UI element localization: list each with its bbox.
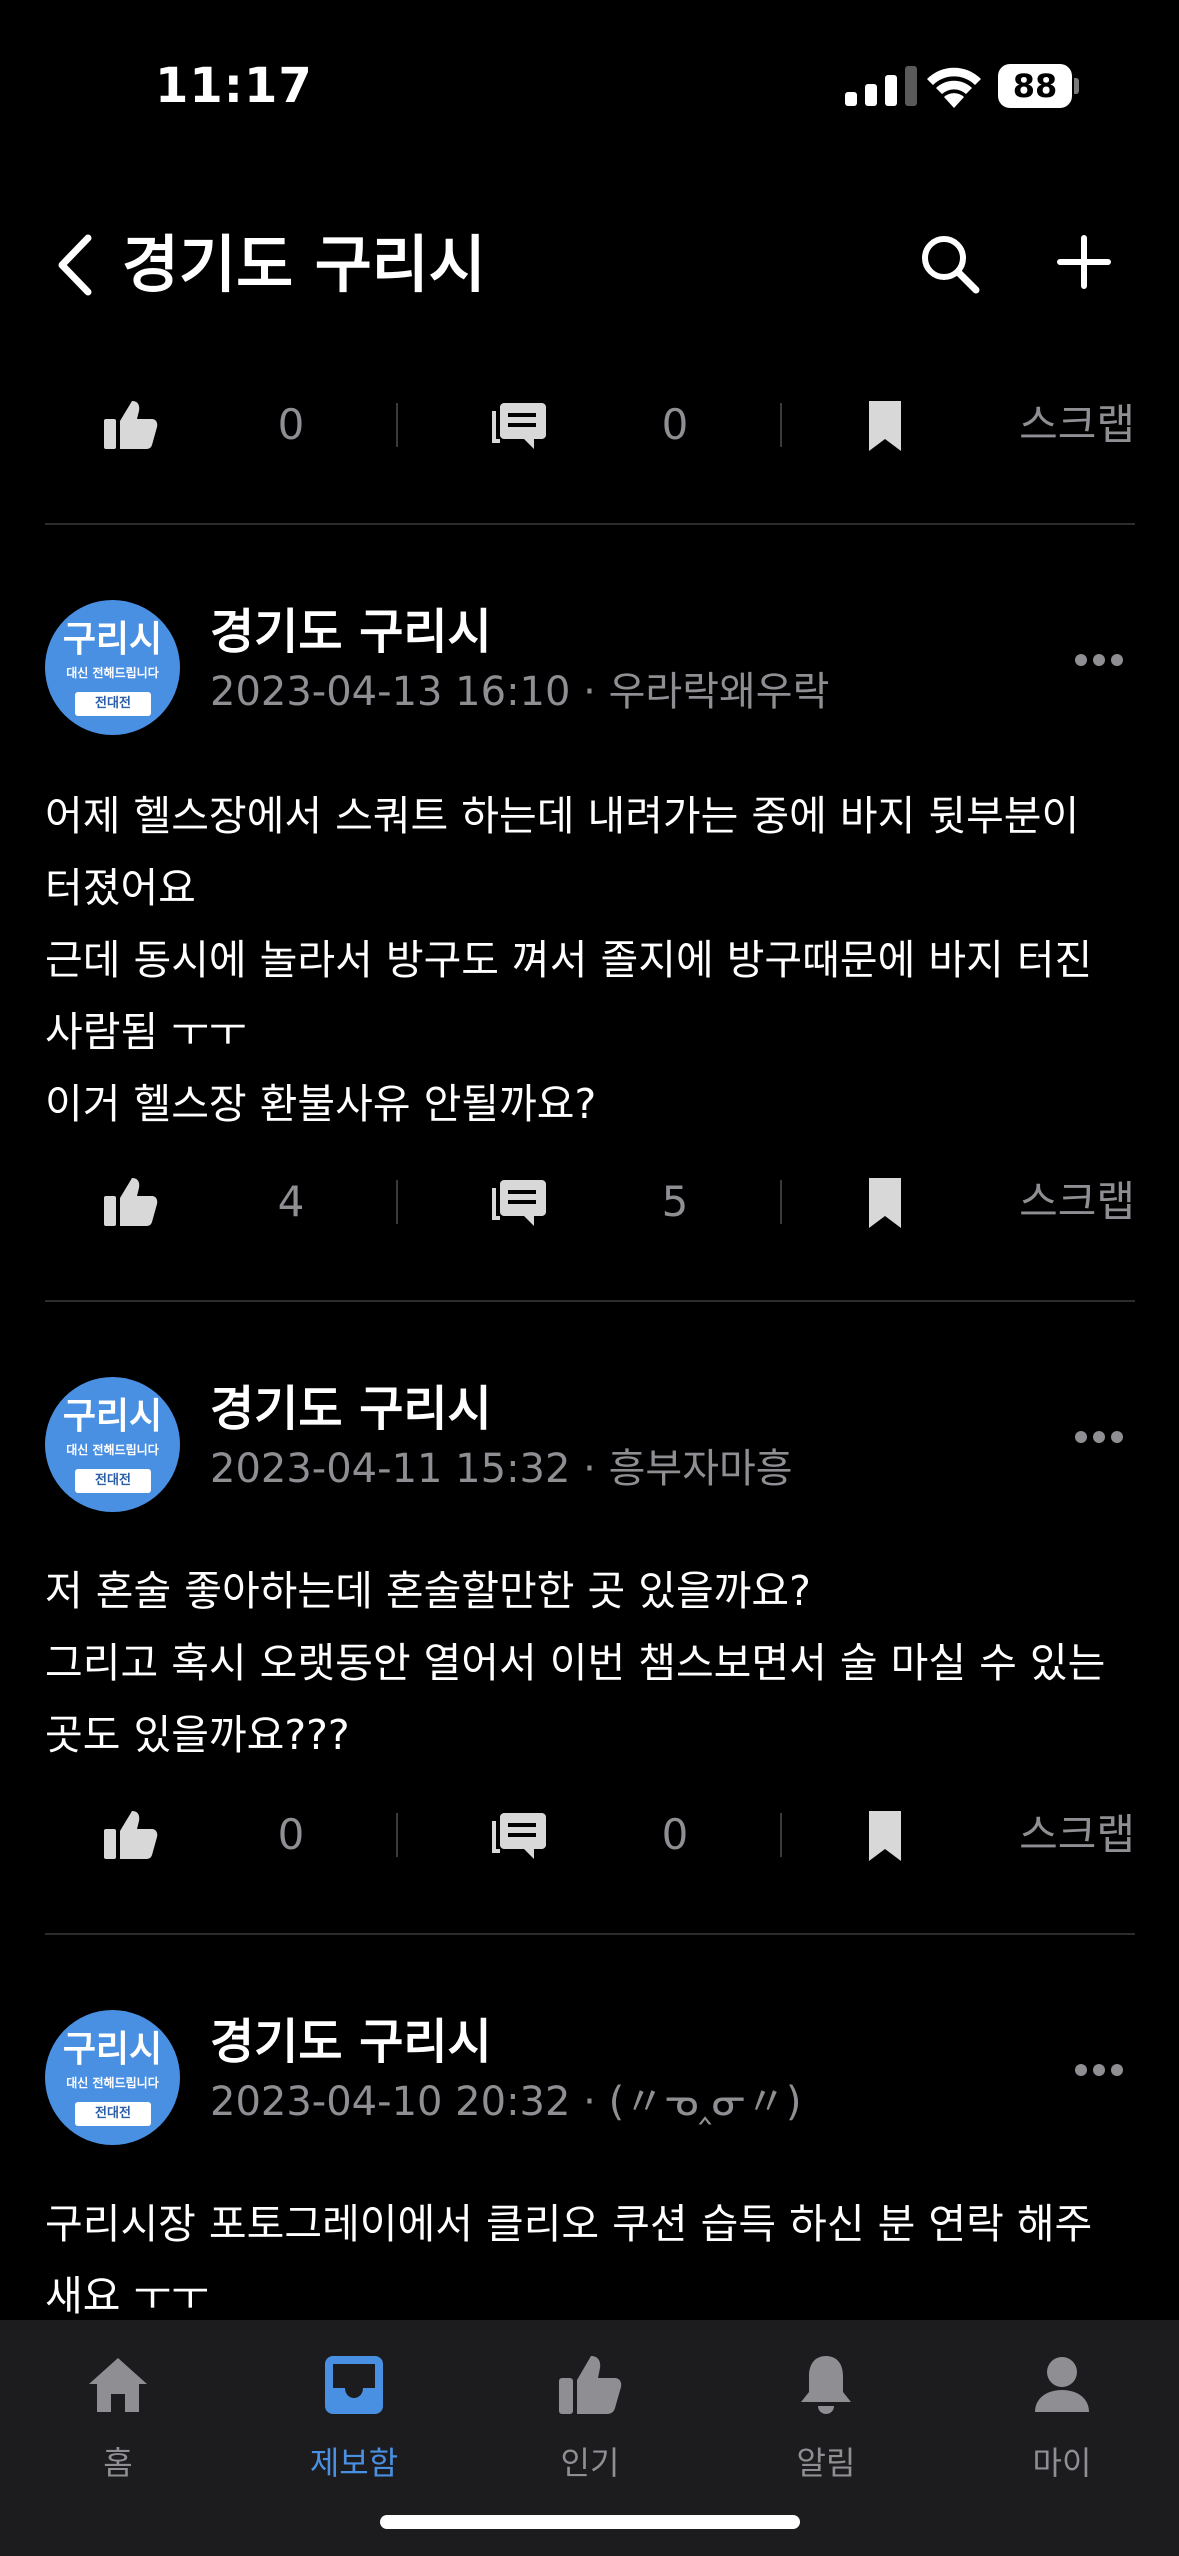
- comment-icon: [492, 403, 546, 449]
- battery-level: 88: [998, 64, 1072, 108]
- tab-inbox[interactable]: 제보함: [236, 2350, 472, 2490]
- comment-button[interactable]: [490, 390, 550, 460]
- like-count: 0: [277, 400, 305, 449]
- wifi-icon: [927, 67, 981, 108]
- like-button[interactable]: [100, 1167, 160, 1237]
- tab-notifications[interactable]: 알림: [708, 2350, 944, 2490]
- bookmark-button[interactable]: [855, 1167, 915, 1237]
- comment-button[interactable]: [490, 1800, 550, 1870]
- nav-header: 경기도 구리시: [0, 200, 1179, 330]
- status-time: 11:17: [155, 58, 313, 114]
- bookmark-icon: [869, 1178, 901, 1228]
- post-body[interactable]: 어제 헬스장에서 스쿼트 하는데 내려가는 중에 바지 뒷부분이 터졌어요 근데…: [45, 780, 1145, 1140]
- tab-label: 인기: [560, 2444, 620, 2482]
- more-options-icon[interactable]: [1073, 650, 1125, 670]
- divider: [45, 523, 1135, 525]
- tab-home[interactable]: 홈: [0, 2350, 236, 2490]
- post-header: 구리시 대신 전해드립니다 전대전 경기도 구리시 2023-04-13 16:…: [45, 600, 1135, 740]
- separator: [780, 1813, 782, 1857]
- divider: [45, 1933, 1135, 1935]
- separator: [396, 403, 398, 447]
- thumbs-up-icon: [559, 2356, 622, 2414]
- bookmark-button[interactable]: [855, 390, 915, 460]
- tab-label: 홈: [103, 2444, 133, 2482]
- post-meta: 2023-04-11 15:32 · 흥부자마흥: [210, 1446, 793, 1492]
- comment-button[interactable]: [490, 1167, 550, 1237]
- post-body[interactable]: 구리시장 포토그레이에서 클리오 쿠션 습득 하신 분 연락 해주 새요 ㅜㅜ: [45, 2188, 1145, 2320]
- page-title: 경기도 구리시: [122, 228, 486, 301]
- search-icon[interactable]: [918, 232, 982, 296]
- tab-label: 알림: [796, 2444, 856, 2482]
- cellular-signal-icon: [845, 66, 917, 106]
- status-bar: 11:17 88: [0, 0, 1179, 170]
- scrap-label[interactable]: 스크랩: [1019, 1800, 1135, 1870]
- avatar[interactable]: 구리시 대신 전해드립니다 전대전: [45, 2010, 180, 2145]
- separator: [780, 403, 782, 447]
- separator: [396, 1180, 398, 1224]
- person-icon: [1035, 2357, 1089, 2412]
- post-meta: 2023-04-13 16:10 · 우라락왜우락: [210, 669, 830, 715]
- bookmark-icon: [869, 1811, 901, 1861]
- separator: [780, 1180, 782, 1224]
- comment-count: 0: [661, 400, 689, 449]
- back-chevron-icon[interactable]: [50, 230, 100, 300]
- post-action-row: 0 0 스크랩: [45, 1765, 1135, 1905]
- avatar[interactable]: 구리시 대신 전해드립니다 전대전: [45, 600, 180, 735]
- more-options-icon[interactable]: [1073, 1427, 1125, 1447]
- add-post-icon[interactable]: [1052, 230, 1116, 294]
- post-feed[interactable]: 0 0 스크랩 구리시 대신 전해드립니다 전대전 경기도 구리시 2023-0…: [0, 355, 1179, 2320]
- post-action-row: 4 5 스크랩: [45, 1132, 1135, 1272]
- like-button[interactable]: [100, 390, 160, 460]
- post-author[interactable]: 경기도 구리시: [210, 1377, 492, 1441]
- tab-my[interactable]: 마이: [944, 2350, 1179, 2490]
- post-meta: 2023-04-10 20:32 · (〃ᓀ‸ᓂ〃): [210, 2079, 802, 2125]
- home-indicator[interactable]: [380, 2515, 800, 2529]
- tab-label: 제보함: [309, 2444, 399, 2482]
- scrap-label[interactable]: 스크랩: [1019, 390, 1135, 460]
- bookmark-button[interactable]: [855, 1800, 915, 1870]
- avatar[interactable]: 구리시 대신 전해드립니다 전대전: [45, 1377, 180, 1512]
- scrap-label[interactable]: 스크랩: [1019, 1167, 1135, 1237]
- bookmark-icon: [869, 401, 901, 451]
- thumbs-up-icon: [104, 1811, 158, 1859]
- comment-count: 5: [661, 1177, 689, 1226]
- divider: [45, 1300, 1135, 1302]
- comment-count: 0: [661, 1810, 689, 1859]
- comment-icon: [492, 1813, 546, 1859]
- post-header: 구리시 대신 전해드립니다 전대전 경기도 구리시 2023-04-10 20:…: [45, 2010, 1135, 2150]
- like-button[interactable]: [100, 1800, 160, 1870]
- more-options-icon[interactable]: [1073, 2060, 1125, 2080]
- battery-icon: 88: [998, 64, 1079, 108]
- home-icon: [89, 2358, 147, 2412]
- like-count: 0: [277, 1810, 305, 1859]
- post-author[interactable]: 경기도 구리시: [210, 600, 492, 664]
- tab-label: 마이: [1032, 2444, 1092, 2482]
- comment-icon: [492, 1180, 546, 1226]
- separator: [396, 1813, 398, 1857]
- post-body[interactable]: 저 혼술 좋아하는데 혼술할만한 곳 있을까요? 그리고 혹시 오랫동안 열어서…: [45, 1555, 1145, 1771]
- bell-icon: [801, 2356, 851, 2414]
- like-count: 4: [277, 1177, 305, 1226]
- thumbs-up-icon: [104, 1178, 158, 1226]
- thumbs-up-icon: [104, 401, 158, 449]
- inbox-icon: [325, 2356, 383, 2414]
- post-author[interactable]: 경기도 구리시: [210, 2010, 492, 2074]
- tab-popular[interactable]: 인기: [472, 2350, 708, 2490]
- post-action-row: 0 0 스크랩: [45, 355, 1135, 495]
- post-header: 구리시 대신 전해드립니다 전대전 경기도 구리시 2023-04-11 15:…: [45, 1377, 1135, 1517]
